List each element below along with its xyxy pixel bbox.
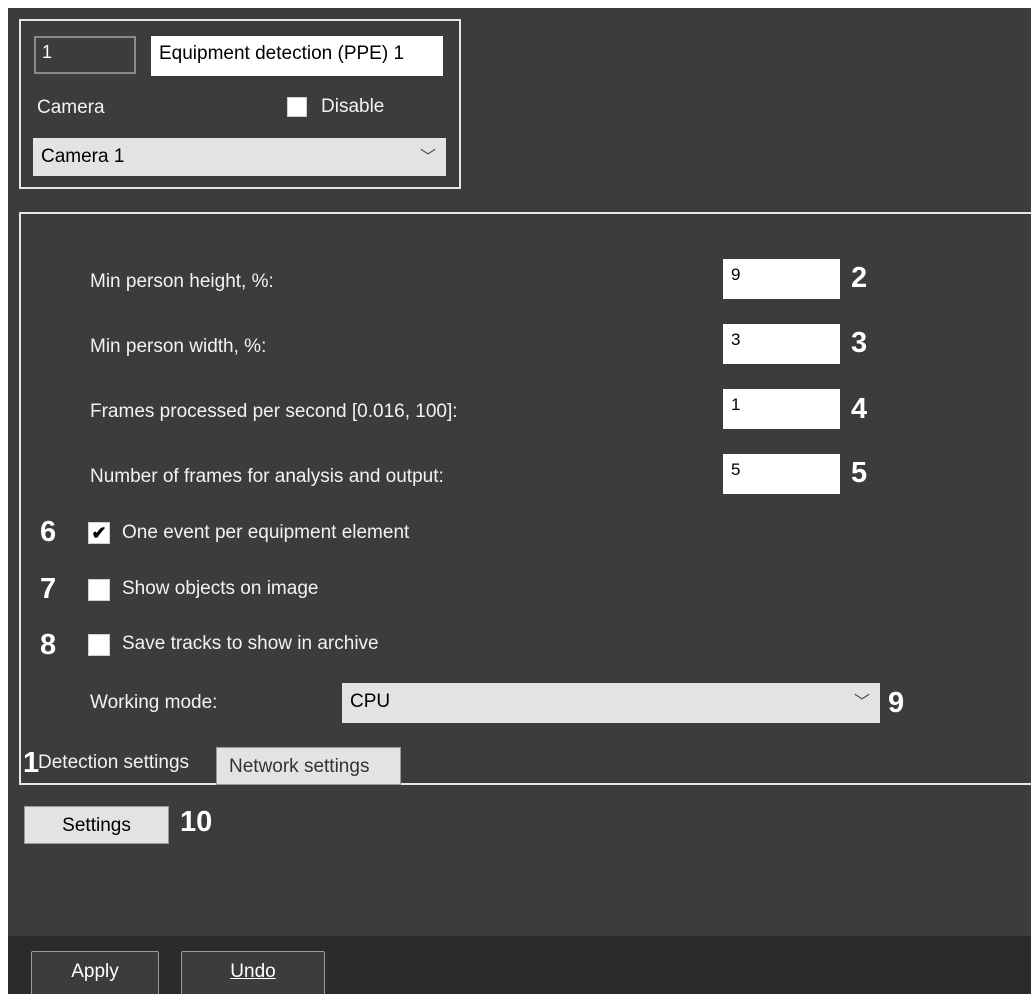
disable-checkbox[interactable] — [287, 97, 307, 117]
checkmark-icon: ✔ — [91, 523, 107, 543]
callout-5: 5 — [851, 457, 868, 489]
show-objects-checkbox[interactable] — [88, 579, 110, 601]
working-mode-value: CPU — [350, 691, 391, 712]
footer-bar — [8, 936, 1031, 994]
working-mode-select[interactable]: CPU ﹀ — [342, 683, 880, 723]
fps-label: Frames processed per second [0.016, 100]… — [90, 401, 458, 422]
camera-select[interactable]: Camera 1 ﹀ — [33, 138, 446, 176]
chevron-down-icon: ﹀ — [853, 694, 870, 711]
frames-input[interactable]: 5 — [723, 454, 840, 494]
frames-label: Number of frames for analysis and output… — [90, 466, 444, 487]
camera-label: Camera — [37, 97, 105, 118]
one-event-checkbox[interactable]: ✔ — [88, 522, 110, 544]
object-name-field[interactable]: Equipment detection (PPE) 1 — [151, 36, 443, 76]
tab-detection-settings[interactable]: Detection settings — [38, 752, 189, 774]
camera-select-value: Camera 1 — [41, 146, 125, 167]
fps-input[interactable]: 1 — [723, 389, 840, 429]
disable-label: Disable — [321, 96, 385, 117]
callout-2: 2 — [851, 262, 868, 294]
min-width-input[interactable]: 3 — [723, 324, 840, 364]
callout-6: 6 — [40, 516, 57, 548]
min-width-label: Min person width, %: — [90, 336, 267, 357]
tab-network-settings[interactable]: Network settings — [216, 747, 401, 785]
save-tracks-label: Save tracks to show in archive — [122, 633, 379, 654]
callout-9: 9 — [888, 687, 905, 719]
callout-10: 10 — [180, 806, 213, 838]
object-id-field[interactable]: 1 — [34, 36, 136, 74]
callout-4: 4 — [851, 393, 868, 425]
callout-1: 1 — [23, 747, 40, 779]
one-event-label: One event per equipment element — [122, 522, 410, 543]
undo-button[interactable]: Undo — [181, 951, 325, 994]
working-mode-label: Working mode: — [90, 692, 218, 713]
callout-3: 3 — [851, 327, 868, 359]
show-objects-label: Show objects on image — [122, 578, 319, 599]
min-height-label: Min person height, %: — [90, 271, 274, 292]
save-tracks-checkbox[interactable] — [88, 634, 110, 656]
chevron-down-icon: ﹀ — [419, 149, 436, 166]
min-height-input[interactable]: 9 — [723, 259, 840, 299]
apply-button[interactable]: Apply — [31, 951, 159, 994]
callout-7: 7 — [40, 573, 57, 605]
settings-button[interactable]: Settings — [24, 806, 169, 844]
callout-8: 8 — [40, 629, 57, 661]
